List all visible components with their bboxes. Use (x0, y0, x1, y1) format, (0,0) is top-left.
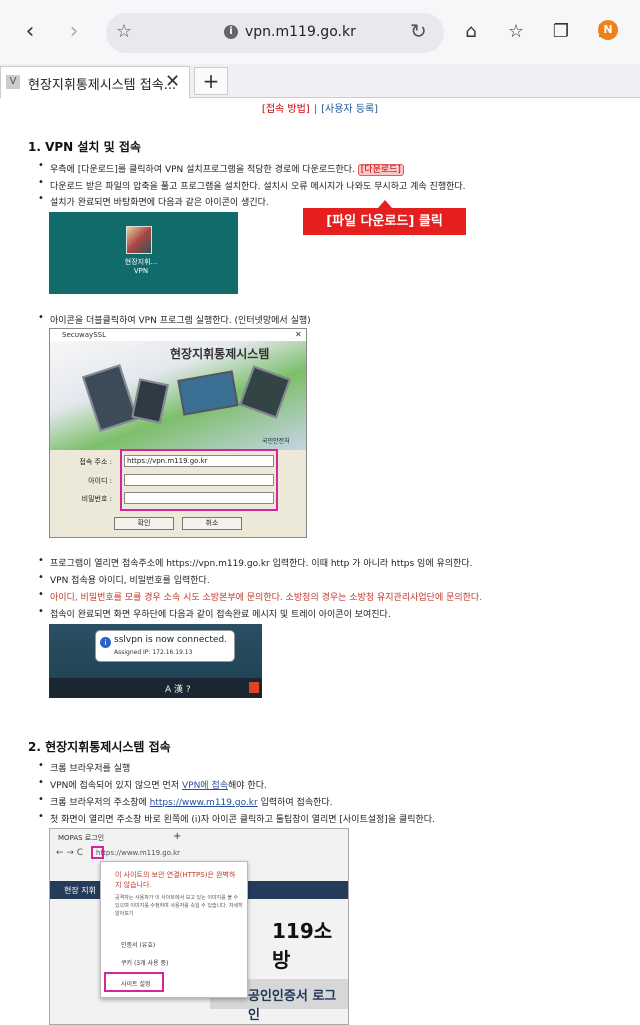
password-label: 비밀번호 : (81, 495, 112, 503)
tray-screenshot: i sslvpn is now connected. Assigned IP: … (49, 624, 262, 698)
vpn-banner: 현장지휘통제시스템 국민안전처 (50, 341, 306, 450)
chrome-screenshot: MOPAS 로그인 + ← → C https://www.m119.go.kr… (49, 828, 349, 1025)
list-item: 다운로드 받은 파일의 압축을 풀고 프로그램을 설치한다. 설치시 오류 메시… (50, 182, 466, 192)
site-info-icon[interactable]: i (224, 25, 238, 39)
tab-title[interactable]: 현장지휘통제시스템 접속... (28, 74, 176, 93)
chrome-address: https://www.m119.go.kr (96, 849, 181, 857)
list-item: 첫 화면이 열리면 주소창 바로 왼쪽에 (i)자 아이콘 클릭하고 툴팁창이 … (50, 815, 435, 825)
popup-title: 이 사이트의 보안 연결(HTTPS)은 완벽하지 않습니다. (115, 871, 236, 889)
bullet-icon: • (38, 760, 44, 771)
download-callout: [파일 다운로드] 클릭 (303, 200, 466, 235)
window-close-icon: ✕ (295, 330, 302, 339)
favorites-icon[interactable]: ☆ (504, 20, 528, 44)
section2-heading: 2. 현장지휘통제시스템 접속 (28, 740, 171, 754)
bullet-icon: • (38, 160, 44, 171)
cert-item: 인증서 (유효) (121, 942, 156, 949)
assigned-ip: Assigned IP: 172.16.19.13 (114, 649, 193, 656)
m119-link[interactable]: https://www.m119.go.kr (150, 798, 258, 808)
new-tab-button[interactable]: + (194, 67, 228, 95)
favicon-icon: V (6, 75, 20, 89)
info-icon-highlight (91, 846, 104, 859)
forward-arrow-icon[interactable]: › (62, 20, 86, 44)
cert-text: 공인인증서 로그인 (248, 989, 337, 1023)
desktop-screenshot: 현장지휘... VPN (49, 212, 238, 294)
tray-text: A 漢 ? (165, 685, 191, 695)
profile-badge[interactable]: N (598, 20, 618, 40)
chrome-tab: MOPAS 로그인 (58, 834, 105, 842)
connected-message: sslvpn is now connected. (114, 635, 227, 645)
tab-bar: V 현장지휘통제시스템 접속... ✕ + (0, 64, 640, 98)
bullet-icon: • (38, 193, 44, 204)
bullet-icon: • (38, 606, 44, 617)
bullet-icon: • (38, 312, 44, 323)
site-settings-highlight (104, 972, 164, 992)
window-title: SecuwaySSL (50, 329, 306, 341)
info-icon: i (100, 637, 111, 648)
reload-icon[interactable]: ↻ (410, 19, 427, 43)
list-item-warning: 아이디, 비밀번호를 모를 경우 소속 시도 소방본부에 문의한다. 소방청의 … (50, 593, 483, 603)
bullet-icon: • (38, 572, 44, 583)
cookie-item: 쿠키 (3개 사용 중) (121, 960, 169, 967)
list-item: 우측에 [다운로드]를 클릭하여 VPN 설치프로그램을 적당한 경로에 다운로… (50, 162, 404, 176)
back-arrow-icon[interactable]: ‹ (18, 20, 42, 44)
cancel-button: 취소 (182, 517, 242, 530)
vpn-app-icon (126, 226, 152, 254)
list-item: VPN 접속용 아이디, 비밀번호를 입력한다. (50, 576, 210, 586)
bullet-icon: • (38, 811, 44, 822)
list-item: 크롬 브라우저의 주소창에 https://www.m119.go.kr 입력하… (50, 798, 333, 808)
page-header-text: 현장 지휘 (64, 886, 96, 895)
device-image (177, 370, 239, 416)
id-label: 아이디 : (88, 477, 112, 485)
taskbar: A 漢 ? (49, 678, 262, 698)
tabs-icon[interactable]: ❐ (549, 20, 573, 44)
list-item: 프로그램이 열리면 접속주소에 https://vpn.m119.go.kr 입… (50, 559, 473, 569)
bullet-icon: • (38, 589, 44, 600)
ok-button: 확인 (114, 517, 174, 530)
close-tab-icon[interactable]: ✕ (165, 71, 180, 92)
section1-heading: 1. VPN 설치 및 접속 (28, 140, 141, 154)
vpn-tray-icon (249, 682, 259, 693)
connected-balloon: i sslvpn is now connected. Assigned IP: … (95, 630, 235, 662)
connect-method-link[interactable]: [접속 방법] (262, 104, 310, 115)
org-logo-text: 국민안전처 (262, 438, 290, 445)
list-item: VPN에 접속되어 있지 않으면 먼저 VPN에 접속해야 한다. (50, 781, 267, 791)
tab-active[interactable]: V 현장지휘통제시스템 접속... ✕ (0, 66, 190, 98)
desktop-icon-label: 현장지휘... VPN (124, 258, 158, 275)
url-text[interactable]: vpn.m119.go.kr (245, 24, 356, 40)
address-label: 접속 주소 : (79, 458, 112, 466)
bookmark-star-icon[interactable]: ☆ (116, 21, 132, 42)
top-nav: [접속 방법] | [사용자 등록] (261, 104, 379, 115)
device-image (82, 364, 138, 432)
browser-toolbar: ‹ › ☆ i vpn.m119.go.kr ↻ ⌂ ☆ ❐ ☰ N (0, 0, 640, 64)
list-item: 크롬 브라우저를 실행 (50, 764, 131, 774)
vpn-connect-link[interactable]: VPN에 접속 (182, 781, 228, 791)
highlight-box (120, 449, 278, 511)
list-item: 접속이 완료되면 화면 우하단에 다음과 같이 접속완료 메시지 및 트레이 아… (50, 610, 391, 620)
download-button[interactable]: [다운로드] (357, 164, 404, 176)
address-bar[interactable]: ☆ i vpn.m119.go.kr ↻ (106, 13, 444, 53)
bullet-icon: • (38, 177, 44, 188)
bullet-icon: • (38, 794, 44, 805)
device-image (131, 378, 169, 424)
site-info-popup: 이 사이트의 보안 연결(HTTPS)은 완벽하지 않습니다. 공격자는 사용자… (100, 861, 248, 998)
chrome-new-tab: + (173, 831, 182, 842)
bullet-icon: • (38, 555, 44, 566)
banner-title: 현장지휘통제시스템 (170, 347, 270, 361)
page-content: [접속 방법] | [사용자 등록] 1. VPN 설치 및 접속 • 우측에 [다… (0, 98, 640, 1025)
page-big-text: 119소방 (272, 919, 333, 972)
vpn-window-screenshot: SecuwaySSL ✕ 현장지휘통제시스템 국민안전처 접속 주소 : htt… (49, 328, 307, 538)
popup-desc: 공격자는 사용자가 이 사이트에서 보고 있는 이미지를 볼 수 있으며 이미지… (115, 895, 243, 917)
device-image (239, 365, 291, 419)
home-icon[interactable]: ⌂ (459, 20, 483, 44)
list-item: 설치가 완료되면 바탕화면에 다음과 같은 아이콘이 생긴다. (50, 198, 269, 208)
user-register-link[interactable]: [사용자 등록] (321, 104, 378, 115)
bullet-icon: • (38, 777, 44, 788)
list-item: 아이콘을 더블클릭하여 VPN 프로그램 실행한다. (인터넷망에서 실행) (50, 316, 311, 326)
chrome-nav-buttons: ← → C (56, 848, 84, 858)
